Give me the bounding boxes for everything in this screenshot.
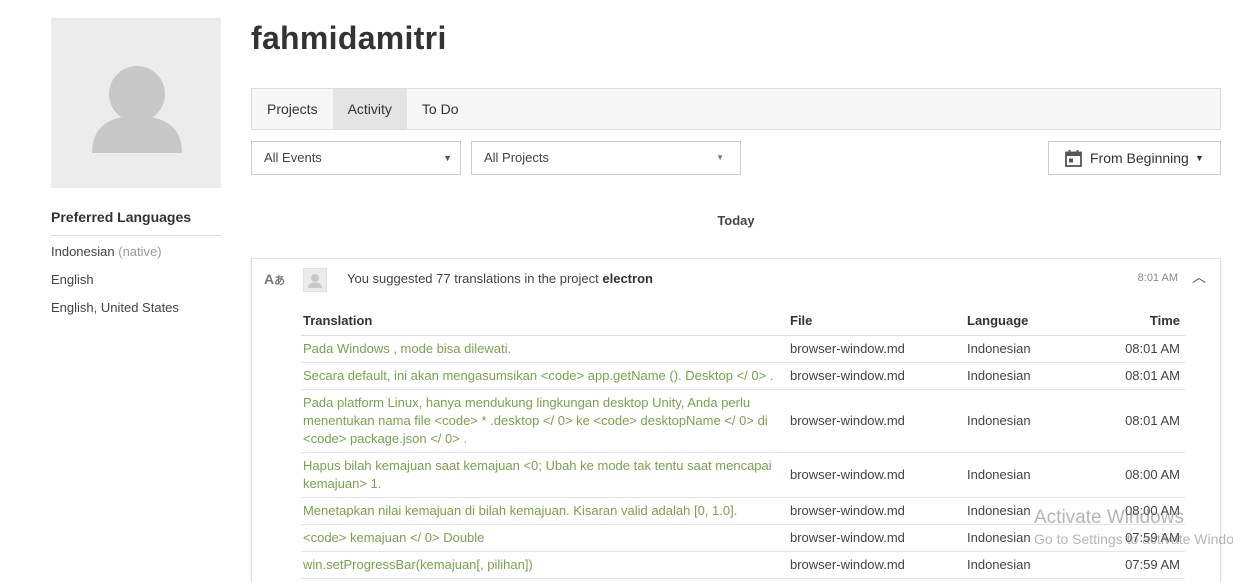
language-name: Indonesian <box>965 497 1105 525</box>
chevron-up-icon[interactable]: ︿ <box>1192 267 1206 287</box>
file-name: browser-window.md <box>788 497 965 525</box>
table-row[interactable]: Pada platform Linux, hanya mendukung lin… <box>301 389 1185 453</box>
translation-text[interactable]: <code> kemajuan </ 0> Double <box>301 524 788 552</box>
profile-tabs: Projects Activity To Do <box>251 88 1221 130</box>
avatar <box>303 268 327 292</box>
caret-down-icon: ▼ <box>1195 153 1204 163</box>
language-item: English, United States <box>51 300 221 328</box>
table-row[interactable]: <code> kemajuan </ 0> Double browser-win… <box>301 524 1185 552</box>
language-name: Indonesian <box>965 452 1105 498</box>
language-note: (native) <box>118 244 162 259</box>
translation-text[interactable]: Pada Windows , mode bisa dilewati. <box>301 335 788 363</box>
day-heading: Today <box>717 213 755 228</box>
row-time: 07:59 AM <box>1105 524 1185 552</box>
activity-card-header[interactable]: Aあ You suggested 77 translations in the … <box>252 259 1220 301</box>
translation-text[interactable]: Menetapkan nilai kemajuan di bilah kemaj… <box>301 497 788 525</box>
activity-summary-text: You suggested 77 translations in the pro… <box>347 271 599 286</box>
language-name: Indonesian <box>965 362 1105 390</box>
language-name: Indonesian <box>965 524 1105 552</box>
table-header-row: Translation File Language Time <box>301 307 1185 336</box>
column-header-time: Time <box>1105 307 1185 336</box>
row-time: 08:00 AM <box>1105 452 1185 498</box>
activity-summary: You suggested 77 translations in the pro… <box>347 271 653 286</box>
translations-table: Translation File Language Time Pada Wind… <box>301 307 1185 579</box>
tab-activity[interactable]: Activity <box>332 89 407 129</box>
column-header-language: Language <box>965 307 1105 336</box>
activity-card: Aあ You suggested 77 translations in the … <box>251 258 1221 582</box>
file-name: browser-window.md <box>788 452 965 498</box>
language-name: English <box>51 272 94 287</box>
row-time: 07:59 AM <box>1105 551 1185 579</box>
row-time: 08:01 AM <box>1105 389 1185 453</box>
row-time: 08:00 AM <box>1105 497 1185 525</box>
column-header-translation: Translation <box>301 307 788 336</box>
tab-todo[interactable]: To Do <box>407 89 474 129</box>
user-silhouette-icon <box>92 66 182 153</box>
row-time: 08:01 AM <box>1105 335 1185 363</box>
file-name: browser-window.md <box>788 362 965 390</box>
table-row[interactable]: win.setProgressBar(kemajuan[, pilihan]) … <box>301 551 1185 579</box>
language-item: Indonesian (native) <box>51 244 221 272</box>
translate-icon: Aあ <box>264 271 286 287</box>
tab-projects[interactable]: Projects <box>252 89 333 129</box>
table-row[interactable]: Menetapkan nilai kemajuan di bilah kemaj… <box>301 497 1185 525</box>
profile-avatar <box>51 18 221 188</box>
file-name: browser-window.md <box>788 524 965 552</box>
translation-text[interactable]: win.setProgressBar(kemajuan[, pilihan]) <box>301 551 788 579</box>
language-name: Indonesian <box>965 389 1105 453</box>
project-name[interactable]: electron <box>602 271 653 286</box>
date-range-button[interactable]: From Beginning ▼ <box>1048 141 1221 175</box>
table-row[interactable]: Hapus bilah kemajuan saat kemajuan <0; U… <box>301 452 1185 498</box>
calendar-icon <box>1065 150 1082 167</box>
file-name: browser-window.md <box>788 551 965 579</box>
language-name: English, United States <box>51 300 179 315</box>
caret-down-icon: ▼ <box>443 153 452 163</box>
table-row[interactable]: Secara default, ini akan mengasumsikan <… <box>301 362 1185 390</box>
translation-text[interactable]: Hapus bilah kemajuan saat kemajuan <0; U… <box>301 452 788 498</box>
caret-down-icon: ▼ <box>716 153 724 162</box>
activity-time: 8:01 AM <box>1137 272 1178 284</box>
date-range-label: From Beginning <box>1090 150 1189 166</box>
language-name: Indonesian <box>965 335 1105 363</box>
preferred-languages-list: Indonesian (native) English English, Uni… <box>51 244 221 328</box>
page-title: fahmidamitri <box>251 20 447 56</box>
projects-filter-select[interactable]: All Projects ▼ <box>471 141 741 175</box>
events-filter-value: All Events <box>264 150 322 165</box>
events-filter-select[interactable]: All Events ▼ <box>251 141 461 175</box>
user-silhouette-icon <box>308 274 322 288</box>
table-row[interactable]: Pada Windows , mode bisa dilewati. brows… <box>301 335 1185 363</box>
file-name: browser-window.md <box>788 335 965 363</box>
column-header-file: File <box>788 307 965 336</box>
language-name: Indonesian <box>965 551 1105 579</box>
translation-text[interactable]: Secara default, ini akan mengasumsikan <… <box>301 362 788 390</box>
language-item: English <box>51 272 221 300</box>
preferred-languages-heading: Preferred Languages <box>51 209 221 236</box>
row-time: 08:01 AM <box>1105 362 1185 390</box>
projects-filter-value: All Projects <box>484 150 550 165</box>
file-name: browser-window.md <box>788 389 965 453</box>
language-name: Indonesian <box>51 244 115 259</box>
translation-text[interactable]: Pada platform Linux, hanya mendukung lin… <box>301 389 788 453</box>
